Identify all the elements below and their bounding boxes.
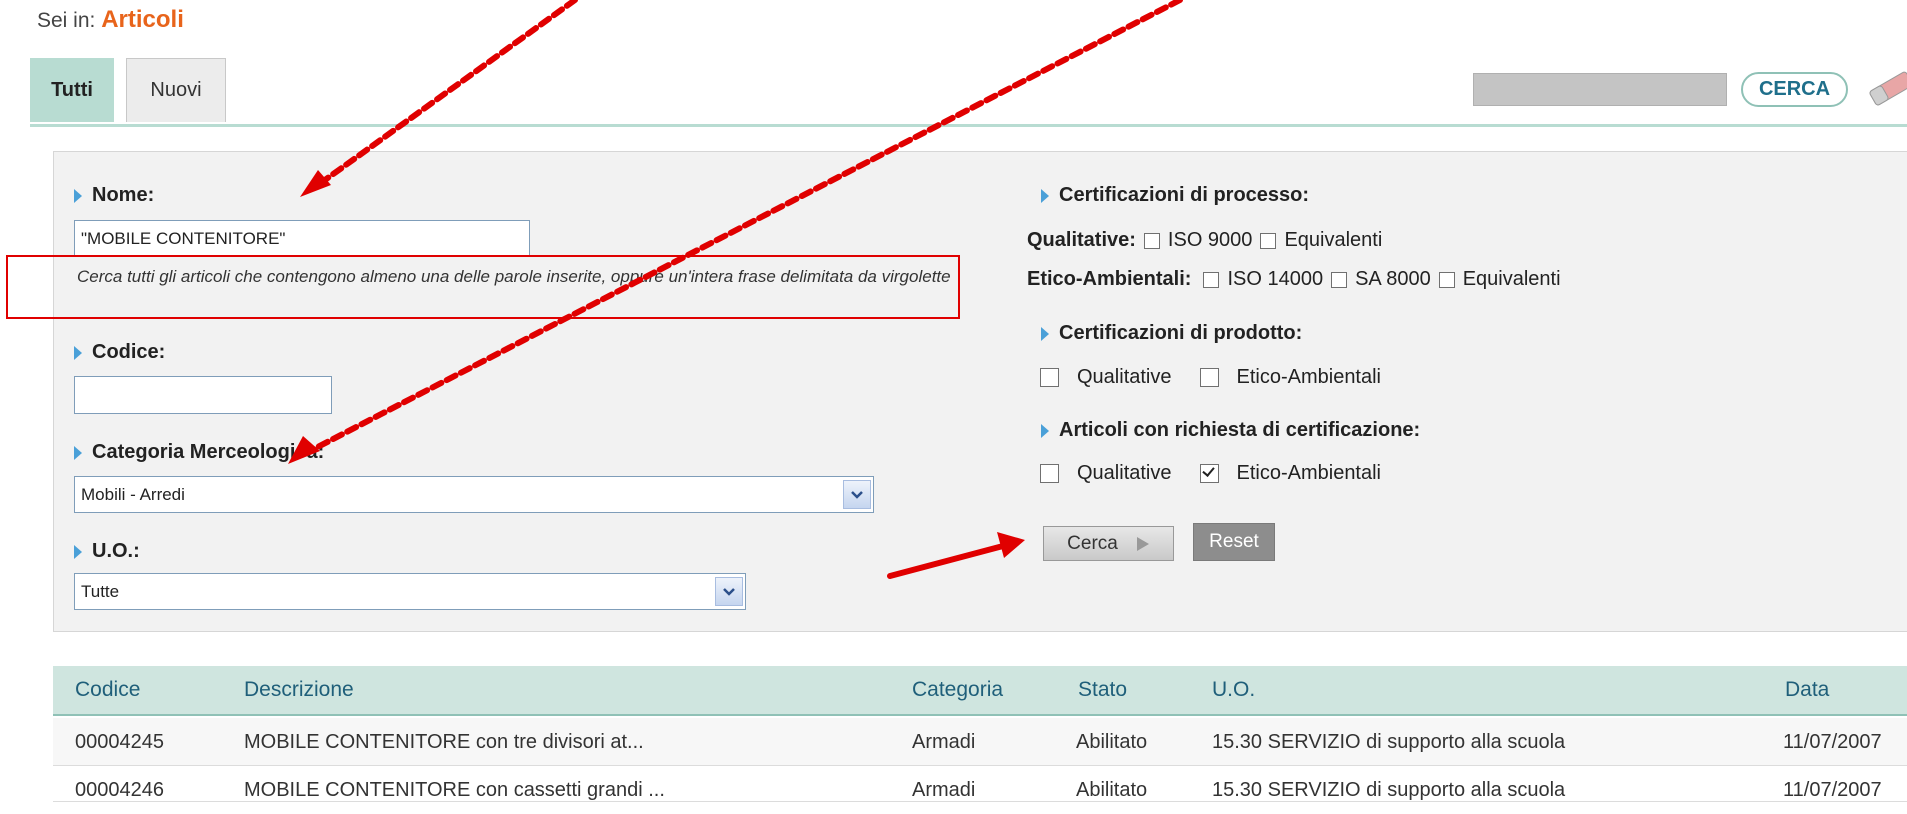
richiesta-etico-checkbox[interactable]: [1199, 464, 1219, 483]
codice-label: Codice:: [74, 341, 165, 364]
col-descrizione[interactable]: Descrizione: [244, 666, 354, 714]
cert-processo-title-text: Certificazioni di processo:: [1059, 184, 1310, 206]
reset-button-label: Reset: [1209, 531, 1259, 552]
cell-categoria: Armadi: [912, 778, 976, 801]
etico-label: Etico-Ambientali:: [1027, 268, 1192, 290]
prodotto-qualitative-label: Qualitative: [1077, 366, 1172, 388]
bullet-arrow-icon: [1041, 423, 1049, 438]
cell-descrizione[interactable]: MOBILE CONTENITORE con tre divisori at..…: [244, 718, 644, 766]
cert-prodotto-title: Certificazioni di prodotto:: [1041, 322, 1302, 345]
cell-stato: Abilitato: [1076, 730, 1148, 753]
top-search-button-label: CERCA: [1758, 78, 1831, 100]
qualitative-label: Qualitative:: [1027, 229, 1136, 251]
cerca-button[interactable]: Cerca: [1043, 526, 1174, 561]
tab-tutti[interactable]: Tutti: [30, 58, 114, 122]
top-search-button[interactable]: CERCA: [1741, 72, 1848, 107]
chevron-down-icon[interactable]: [715, 577, 743, 606]
top-search-input[interactable]: [1473, 73, 1727, 106]
prodotto-qualitative-checkbox[interactable]: [1040, 368, 1059, 387]
cell-uo: 15.30 SERVIZIO di supporto alla scuola: [1212, 730, 1566, 753]
reset-button[interactable]: Reset: [1193, 523, 1275, 561]
cell-stato: Abilitato: [1076, 778, 1148, 801]
col-stato[interactable]: Stato: [1078, 666, 1127, 714]
categoria-label: Categoria Merceologica:: [74, 441, 324, 464]
bullet-arrow-icon: [74, 188, 82, 203]
nome-hint: Cerca tutti gli articoli che contengono …: [77, 267, 951, 286]
uo-label: U.O.:: [74, 540, 140, 563]
nome-label: Nome:: [74, 184, 154, 207]
uo-label-text: U.O.:: [92, 540, 140, 562]
tab-nuovi[interactable]: Nuovi: [126, 58, 226, 122]
cert-richiesta-title: Articoli con richiesta di certificazione…: [1041, 419, 1420, 442]
sa8000-checkbox[interactable]: [1331, 271, 1348, 288]
richiesta-qualitative-checkbox[interactable]: [1040, 464, 1059, 483]
iso9000-label: ISO 9000: [1167, 229, 1253, 251]
richiesta-etico-label: Etico-Ambientali: [1236, 462, 1382, 484]
cert-prodotto-row: Qualitative Etico-Ambientali: [1040, 366, 1381, 389]
uo-selected: Tutte: [81, 581, 120, 601]
chevron-down-icon[interactable]: [843, 480, 871, 509]
cert-processo-etico-row: Etico-Ambientali: ISO 14000 SA 8000 Equi…: [1027, 268, 1561, 291]
iso14000-label: ISO 14000: [1227, 268, 1324, 290]
iso14000-checkbox[interactable]: [1203, 271, 1220, 288]
cell-data: 11/07/2007: [1783, 730, 1882, 753]
codice-label-text: Codice:: [92, 341, 166, 363]
breadcrumb-prefix: Sei in:: [37, 9, 96, 32]
cell-categoria: Armadi: [912, 730, 976, 753]
equivalenti-qual-label: Equivalenti: [1284, 229, 1383, 251]
nome-input-value: "MOBILE CONTENITORE": [81, 228, 286, 248]
categoria-label-text: Categoria Merceologica:: [92, 441, 325, 463]
cert-processo-qualitative-row: Qualitative: ISO 9000 Equivalenti: [1027, 229, 1382, 252]
equivalenti-etico-label: Equivalenti: [1462, 268, 1561, 290]
equivalenti-qual-checkbox[interactable]: [1260, 232, 1277, 249]
cert-richiesta-title-text: Articoli con richiesta di certificazione…: [1059, 419, 1421, 441]
breadcrumb: Sei in: Articoli: [37, 6, 184, 34]
richiesta-qualitative-label: Qualitative: [1077, 462, 1172, 484]
bullet-arrow-icon: [74, 445, 82, 460]
prodotto-etico-label: Etico-Ambientali: [1236, 366, 1382, 388]
cert-richiesta-row: Qualitative Etico-Ambientali: [1040, 462, 1381, 485]
col-uo[interactable]: U.O.: [1212, 666, 1255, 714]
cerca-button-label: Cerca: [1067, 532, 1118, 554]
sa8000-label: SA 8000: [1355, 268, 1431, 290]
codice-input[interactable]: [74, 376, 332, 414]
uo-select[interactable]: Tutte: [74, 573, 746, 610]
nome-label-text: Nome:: [92, 184, 155, 206]
bullet-arrow-icon: [1041, 326, 1049, 341]
breadcrumb-current: Articoli: [101, 6, 184, 33]
tab-nuovi-label: Nuovi: [150, 79, 202, 101]
cert-processo-title: Certificazioni di processo:: [1041, 184, 1309, 207]
cell-codice: 00004245: [75, 730, 164, 753]
cert-prodotto-title-text: Certificazioni di prodotto:: [1059, 322, 1303, 344]
prodotto-etico-checkbox[interactable]: [1199, 368, 1219, 387]
cell-descrizione[interactable]: MOBILE CONTENITORE con cassetti grandi .…: [244, 766, 665, 814]
nome-input[interactable]: "MOBILE CONTENITORE": [74, 220, 530, 257]
play-arrow-icon: [1136, 536, 1150, 552]
cell-uo: 15.30 SERVIZIO di supporto alla scuola: [1212, 778, 1566, 801]
bullet-arrow-icon: [1041, 188, 1049, 203]
tab-tutti-label: Tutti: [51, 79, 93, 101]
categoria-selected: Mobili - Arredi: [81, 484, 185, 504]
bullet-arrow-icon: [74, 544, 82, 559]
eraser-icon[interactable]: [1862, 70, 1907, 106]
equivalenti-etico-checkbox[interactable]: [1438, 271, 1455, 288]
col-data[interactable]: Data: [1785, 666, 1829, 714]
col-categoria[interactable]: Categoria: [912, 666, 1003, 714]
tab-underline: [30, 124, 1907, 127]
cell-data: 11/07/2007: [1783, 778, 1882, 801]
col-codice[interactable]: Codice: [75, 666, 140, 714]
iso9000-checkbox[interactable]: [1143, 232, 1160, 249]
cell-codice: 00004246: [75, 778, 164, 801]
bullet-arrow-icon: [74, 345, 82, 360]
categoria-select[interactable]: Mobili - Arredi: [74, 476, 874, 513]
